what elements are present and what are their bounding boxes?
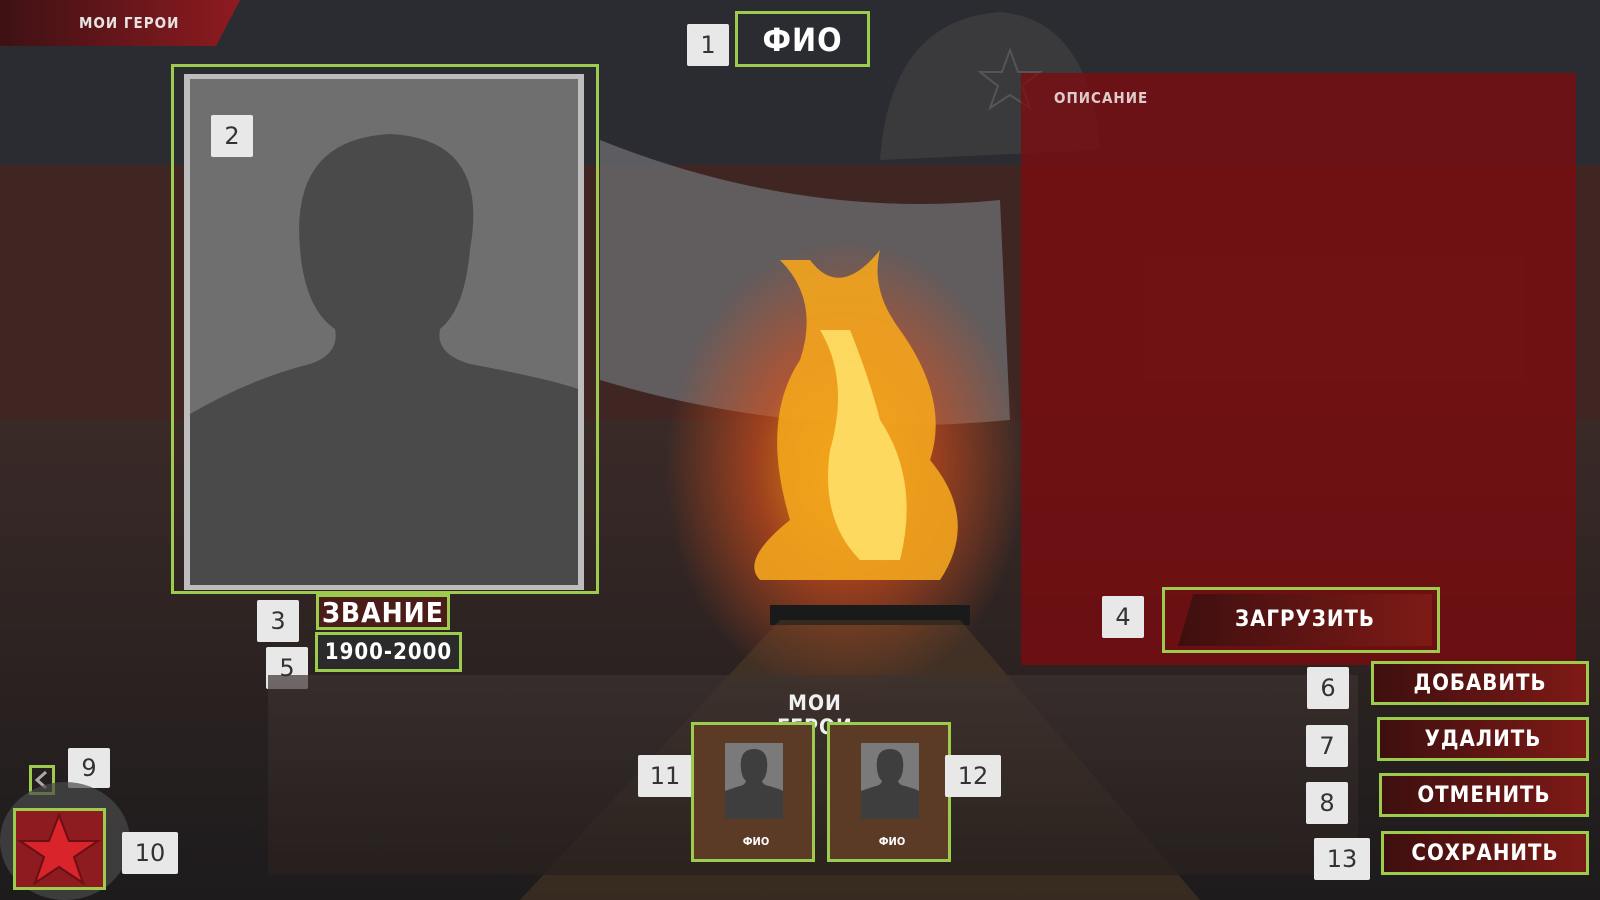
marker-13: 13 — [1314, 838, 1370, 880]
hero-card-caption: ФИО — [742, 835, 770, 848]
save-button[interactable]: СОХРАНИТЬ — [1381, 831, 1589, 875]
marker-12: 12 — [945, 755, 1001, 797]
hero-rank-field[interactable]: ЗВАНИЕ — [316, 594, 450, 630]
description-label: ОПИСАНИЕ — [1054, 89, 1149, 107]
marker-3: 3 — [257, 600, 299, 642]
marker-4: 4 — [1102, 596, 1144, 638]
marker-6: 6 — [1307, 667, 1349, 709]
hero-thumbnail — [861, 743, 919, 819]
marker-8: 8 — [1306, 782, 1348, 824]
emblem-button[interactable] — [13, 808, 106, 890]
marker-10: 10 — [122, 832, 178, 874]
load-description-button[interactable]: ЗАГРУЗИТЬ ОПИСАНИЕ — [1178, 594, 1432, 646]
cancel-button[interactable]: ОТМЕНИТЬ — [1379, 773, 1589, 817]
red-star-icon — [16, 812, 102, 886]
hero-name-field[interactable]: ФИО — [735, 11, 870, 67]
marker-1: 1 — [687, 24, 729, 66]
hero-card[interactable]: ФИО — [691, 722, 815, 862]
delete-button[interactable]: УДАЛИТЬ — [1377, 717, 1589, 761]
person-silhouette-icon — [725, 749, 783, 819]
hero-card[interactable]: ФИО — [827, 722, 951, 862]
hero-thumbnail — [725, 743, 783, 819]
person-silhouette-icon — [861, 749, 919, 819]
marker-11: 11 — [638, 755, 692, 797]
hero-card-caption: ФИО — [878, 835, 906, 848]
app-title-tab: МОИ ГЕРОИ — [0, 0, 240, 46]
hero-years-field[interactable]: 1900-2000 — [315, 632, 462, 672]
marker-2: 2 — [211, 115, 253, 157]
add-button[interactable]: ДОБАВИТЬ — [1371, 661, 1589, 705]
description-panel[interactable] — [1021, 73, 1576, 665]
marker-7: 7 — [1306, 725, 1348, 767]
